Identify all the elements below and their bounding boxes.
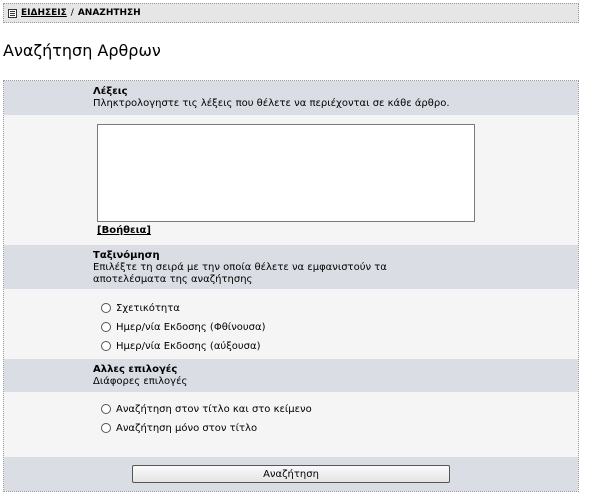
radio-button[interactable] — [101, 423, 111, 433]
breadcrumb-separator: / — [70, 8, 74, 18]
option-label: Αναζήτηση στον τίτλο και στο κείμενο — [116, 403, 312, 415]
option-label: Αναζήτηση μόνο στον τίτλο — [116, 422, 258, 434]
list-icon — [8, 8, 17, 18]
other-section-header: Αλλες επιλογές Διάφορες επιλογές — [4, 359, 578, 392]
breadcrumb-current: ΑΝΑΖΗΤΗΣΗ — [77, 8, 141, 18]
sort-option-date-desc[interactable]: Ημερ/νία Εκδοσης (Φθίνουσα) — [101, 320, 266, 334]
page-title: Αναζήτηση Αρθρων — [3, 41, 161, 60]
option-label: Ημερ/νία Εκδοσης (Φθίνουσα) — [116, 321, 266, 333]
sort-description-line2: αποτελέσματα της αναζήτησης — [93, 274, 253, 285]
words-section-header: Λέξεις Πληκτρολογηστε τις λέξεις που θέλ… — [4, 81, 578, 115]
submit-bar: Αναζήτηση — [4, 457, 578, 491]
sort-heading: Ταξινόμηση — [93, 250, 160, 261]
radio-button[interactable] — [101, 303, 111, 313]
option-label: Σχετικότητα — [116, 302, 180, 314]
search-button[interactable]: Αναζήτηση — [132, 465, 450, 483]
breadcrumb-link-news[interactable]: ΕΙΔΗΣΕΙΣ — [21, 8, 67, 18]
radio-button[interactable] — [101, 322, 111, 332]
sort-description-line1: Επιλέξτε τη σειρά με την οποία θέλετε να… — [93, 262, 387, 273]
words-description: Πληκτρολογηστε τις λέξεις που θέλετε να … — [93, 98, 450, 109]
sort-option-date-asc[interactable]: Ημερ/νία Εκδοσης (αύξουσα) — [101, 339, 261, 353]
option-title-only[interactable]: Αναζήτηση μόνο στον τίτλο — [101, 421, 257, 435]
sort-option-relevance[interactable]: Σχετικότητα — [101, 301, 180, 315]
other-description: Διάφορες επιλογές — [93, 376, 188, 387]
words-heading: Λέξεις — [93, 86, 128, 97]
sort-section-header: Ταξινόμηση Επιλέξτε τη σειρά με την οποί… — [4, 245, 578, 289]
search-form: Λέξεις Πληκτρολογηστε τις λέξεις που θέλ… — [3, 80, 579, 492]
other-heading: Αλλες επιλογές — [93, 364, 178, 375]
radio-button[interactable] — [101, 404, 111, 414]
breadcrumb: ΕΙΔΗΣΕΙΣ / ΑΝΑΖΗΤΗΣΗ — [3, 3, 579, 23]
help-link[interactable]: [Βοήθεια] — [97, 225, 151, 236]
radio-button[interactable] — [101, 341, 111, 351]
search-words-input[interactable] — [97, 124, 475, 222]
option-title-and-body[interactable]: Αναζήτηση στον τίτλο και στο κείμενο — [101, 402, 312, 416]
option-label: Ημερ/νία Εκδοσης (αύξουσα) — [116, 340, 261, 352]
